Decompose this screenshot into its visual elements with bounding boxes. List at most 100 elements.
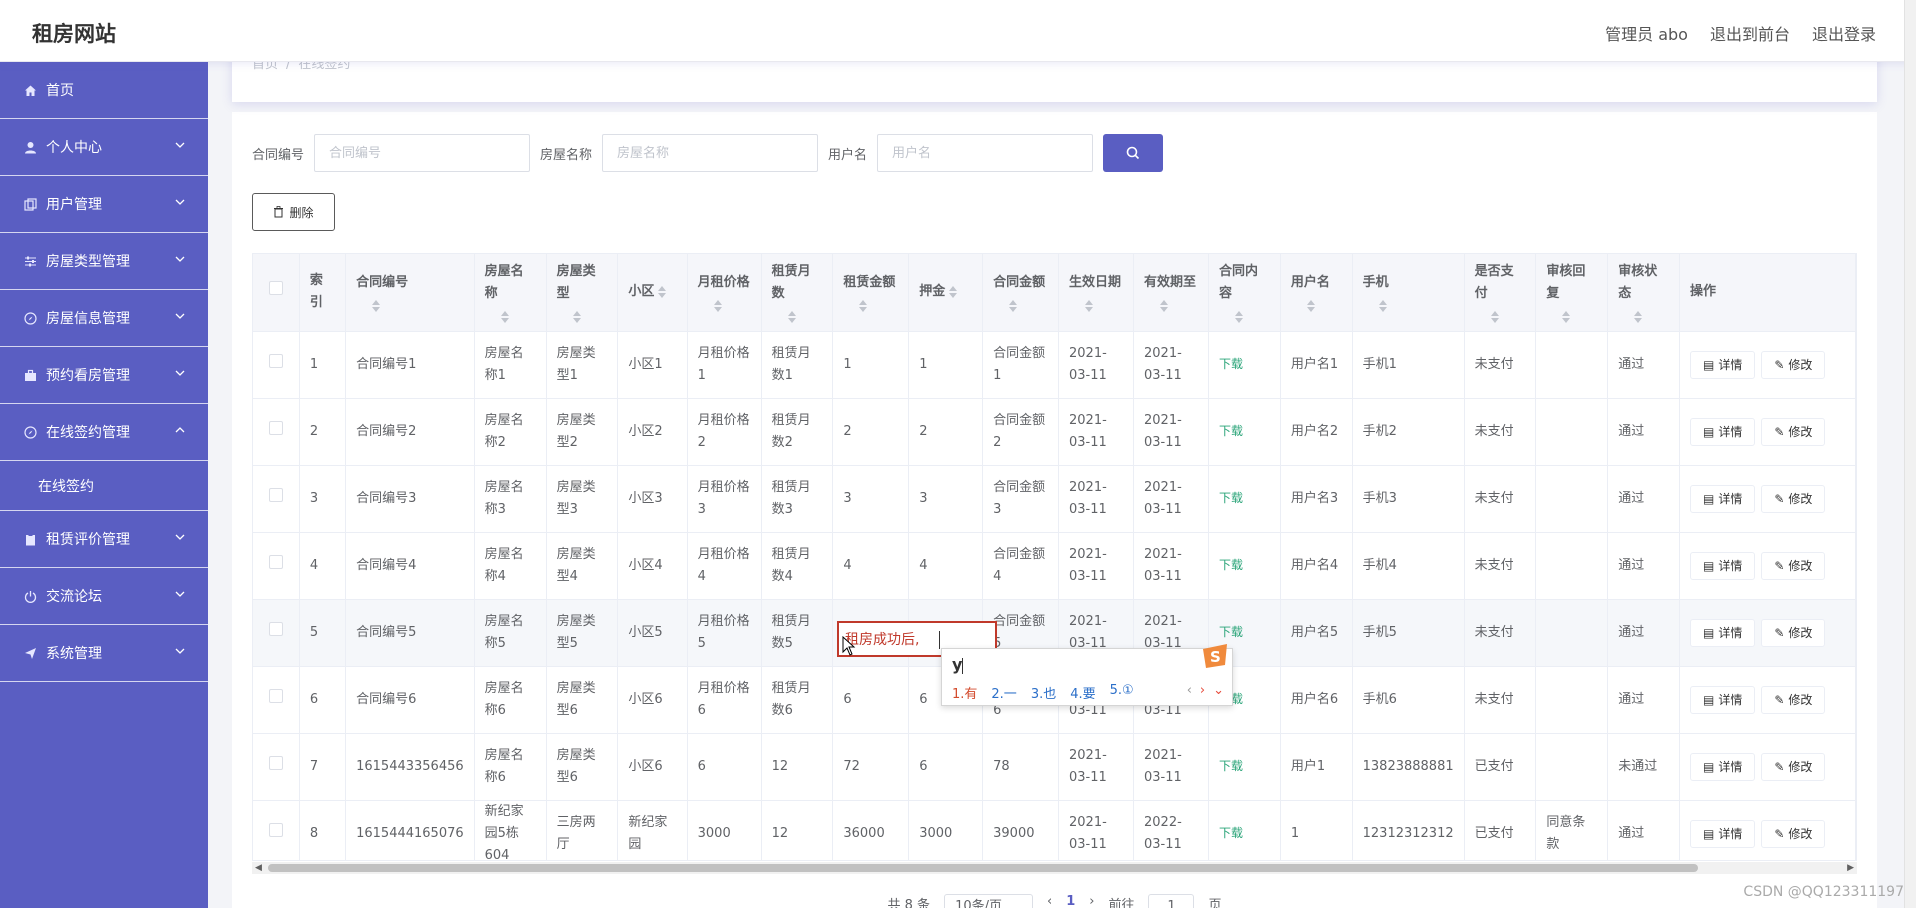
ime-prev-icon[interactable]: ‹: [1187, 683, 1192, 698]
current-page[interactable]: 1: [1066, 894, 1075, 908]
row-checkbox[interactable]: [268, 420, 283, 435]
ime-expand-icon[interactable]: ⌄: [1213, 683, 1224, 698]
column-header[interactable]: 月租价格: [687, 254, 762, 332]
detail-button[interactable]: ▤ 详情: [1690, 350, 1756, 379]
sidebar-item-6[interactable]: 在线签约管理: [0, 404, 208, 461]
table-row[interactable]: 2 合同编号2 房屋名称2 房屋类型2 小区2 月租价格2 租赁月数2 2 2 合同金额2 2021…: [253, 398, 1856, 466]
back-to-front-link[interactable]: 退出到前台: [1710, 21, 1790, 45]
edit-button[interactable]: ✎ 修改: [1761, 618, 1826, 647]
row-checkbox[interactable]: [268, 688, 283, 703]
detail-button[interactable]: ▤ 详情: [1690, 551, 1756, 580]
edit-button[interactable]: ✎ 修改: [1761, 752, 1826, 781]
ime-candidate[interactable]: 2.一: [991, 683, 1016, 702]
sort-caret-icon[interactable]: [1009, 300, 1018, 313]
download-link[interactable]: 下载: [1219, 759, 1243, 773]
page-scrollbar[interactable]: [1904, 0, 1916, 908]
table-row[interactable]: 7 1615443356456 房屋名称6 房屋类型6 小区6 6 12 72 6 78 2021-…: [253, 733, 1856, 801]
column-header[interactable]: 租赁月数: [761, 254, 834, 332]
row-checkbox[interactable]: [268, 353, 283, 368]
detail-button[interactable]: ▤ 详情: [1690, 417, 1756, 446]
row-checkbox[interactable]: [268, 621, 283, 636]
next-page-icon[interactable]: ›: [1089, 894, 1094, 908]
horizontal-scrollbar[interactable]: ◀ ▶: [252, 862, 1857, 874]
sort-caret-icon[interactable]: [949, 285, 958, 298]
page-size-select[interactable]: 10条/页: [944, 894, 1033, 908]
table-row[interactable]: 1 合同编号1 房屋名称1 房屋类型1 小区1 月租价格1 租赁月数1 1 1 合同金额1 2021…: [253, 331, 1856, 399]
download-link[interactable]: 下载: [1219, 625, 1243, 639]
scroll-left-arrow-icon[interactable]: ◀: [255, 863, 262, 873]
column-header[interactable]: 租赁金额: [832, 254, 910, 332]
ime-candidate[interactable]: 1.有: [952, 683, 977, 702]
download-link[interactable]: 下载: [1219, 491, 1243, 505]
ime-next-icon[interactable]: ›: [1200, 683, 1205, 698]
sort-caret-icon[interactable]: [1490, 311, 1499, 324]
sidebar-item-8[interactable]: 交流论坛: [0, 568, 208, 625]
sort-caret-icon[interactable]: [658, 285, 667, 298]
sort-caret-icon[interactable]: [1306, 300, 1315, 313]
download-link[interactable]: 下载: [1219, 357, 1243, 371]
row-checkbox[interactable]: [268, 487, 283, 502]
column-header[interactable]: 手机: [1352, 254, 1465, 332]
column-header[interactable]: 索引: [299, 254, 347, 332]
detail-button[interactable]: ▤ 详情: [1690, 685, 1756, 714]
table-row[interactable]: 4 合同编号4 房屋名称4 房屋类型4 小区4 月租价格4 租赁月数4 4 4 合同金额4 2021…: [253, 532, 1856, 600]
sidebar-item-3[interactable]: 房屋类型管理: [0, 233, 208, 290]
sort-caret-icon[interactable]: [1634, 311, 1643, 324]
column-header[interactable]: 审核状态: [1607, 254, 1680, 332]
column-header[interactable]: 合同内容: [1208, 254, 1281, 332]
sort-caret-icon[interactable]: [1085, 300, 1093, 313]
column-header[interactable]: 小区: [617, 254, 688, 332]
detail-button[interactable]: ▤ 详情: [1690, 819, 1756, 848]
sort-caret-icon[interactable]: [787, 311, 796, 324]
column-header[interactable]: 有效期至: [1133, 254, 1210, 332]
search-button[interactable]: [1103, 134, 1164, 172]
column-header[interactable]: 生效日期: [1058, 254, 1135, 332]
sidebar-item-5[interactable]: 预约看房管理: [0, 347, 208, 404]
column-header[interactable]: 合同编号: [345, 254, 475, 332]
goto-page-input[interactable]: 1: [1148, 894, 1195, 908]
username-input[interactable]: [877, 134, 1094, 172]
scrollbar-thumb[interactable]: [268, 864, 1698, 872]
ime-candidate[interactable]: 4.要: [1070, 683, 1095, 702]
sidebar-item-7[interactable]: 租赁评价管理: [0, 511, 208, 568]
sidebar-item-1[interactable]: 个人中心: [0, 119, 208, 176]
row-checkbox[interactable]: [268, 755, 283, 770]
edit-button[interactable]: ✎ 修改: [1761, 417, 1826, 446]
column-header[interactable]: 审核回复: [1535, 254, 1609, 332]
delete-button[interactable]: 删除: [252, 193, 335, 231]
detail-button[interactable]: ▤ 详情: [1690, 484, 1756, 513]
edit-button[interactable]: ✎ 修改: [1761, 350, 1826, 379]
detail-button[interactable]: ▤ 详情: [1690, 618, 1756, 647]
download-link[interactable]: 下载: [1219, 424, 1243, 438]
sort-caret-icon[interactable]: [572, 311, 581, 324]
row-checkbox[interactable]: [268, 554, 283, 569]
row-checkbox[interactable]: [268, 822, 283, 837]
edit-button[interactable]: ✎ 修改: [1761, 819, 1826, 848]
column-header[interactable]: 用户名: [1280, 254, 1353, 332]
sidebar-subitem-online-sign[interactable]: 在线签约: [0, 461, 208, 511]
sort-caret-icon[interactable]: [372, 300, 381, 313]
table-row[interactable]: 3 合同编号3 房屋名称3 房屋类型3 小区3 月租价格3 租赁月数3 3 3 合同金额3 2021…: [253, 465, 1856, 533]
ime-candidate[interactable]: 3.也: [1031, 683, 1056, 702]
select-all-checkbox[interactable]: [268, 281, 283, 296]
column-header[interactable]: 房屋名称: [474, 254, 547, 332]
edit-button[interactable]: ✎ 修改: [1761, 685, 1826, 714]
sort-caret-icon[interactable]: [500, 311, 509, 324]
sidebar-item-2[interactable]: 用户管理: [0, 176, 208, 233]
column-header[interactable]: 房屋类型: [546, 254, 619, 332]
column-header[interactable]: 操作: [1679, 254, 1856, 332]
sidebar-item-4[interactable]: 房屋信息管理: [0, 290, 208, 347]
edit-button[interactable]: ✎ 修改: [1761, 551, 1826, 580]
prev-page-icon[interactable]: ‹: [1047, 894, 1052, 908]
table-row[interactable]: 8 1615444165076 新纪家园5栋604 三房两厅 新纪家园 3000 12 360…: [253, 800, 1856, 860]
ime-candidate[interactable]: 5.①: [1110, 683, 1134, 702]
logout-link[interactable]: 退出登录: [1812, 21, 1876, 45]
column-header[interactable]: 合同金额: [982, 254, 1059, 332]
edit-button[interactable]: ✎ 修改: [1761, 484, 1826, 513]
contract-no-input[interactable]: [314, 134, 531, 172]
scroll-right-arrow-icon[interactable]: ▶: [1847, 863, 1854, 873]
house-name-input[interactable]: [602, 134, 819, 172]
sort-caret-icon[interactable]: [859, 300, 868, 313]
column-header[interactable]: 是否支付: [1464, 254, 1537, 332]
sort-caret-icon[interactable]: [1378, 300, 1387, 313]
